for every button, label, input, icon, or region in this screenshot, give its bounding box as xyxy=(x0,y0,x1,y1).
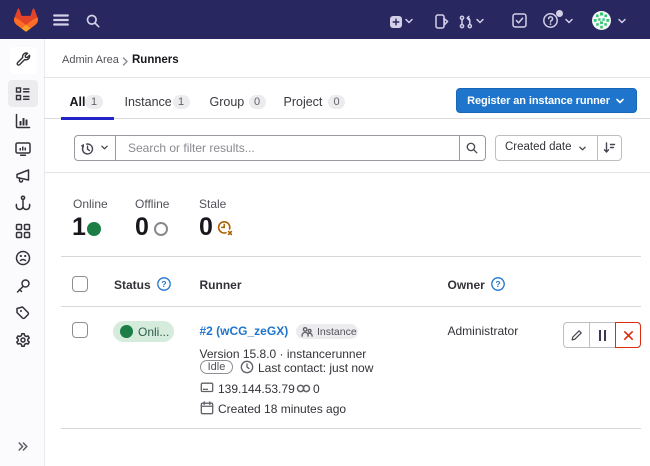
svg-text:?: ? xyxy=(495,279,500,289)
svg-text:?: ? xyxy=(161,279,166,289)
